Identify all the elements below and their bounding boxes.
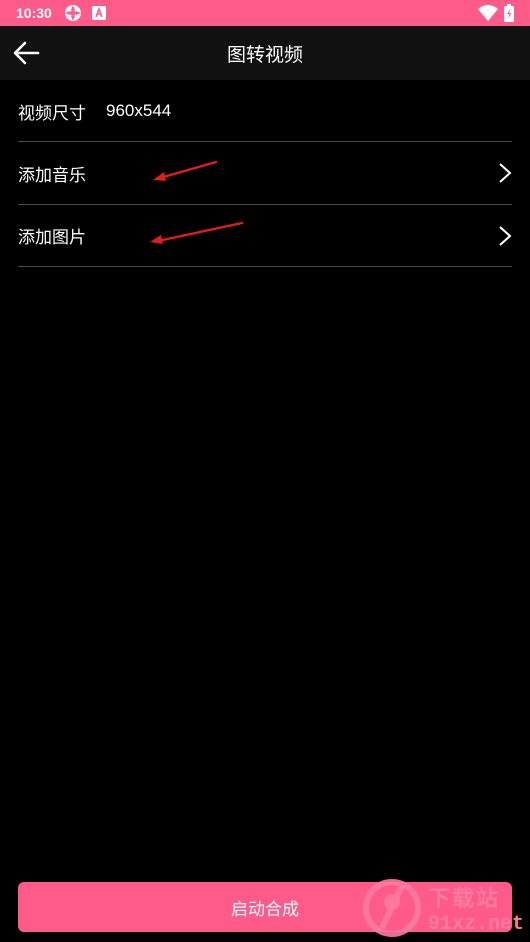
battery-icon <box>504 4 514 22</box>
watermark-title: 下载站 <box>427 886 500 912</box>
page-title: 图转视频 <box>226 43 303 66</box>
add-image-label: 添加图片 <box>18 228 86 248</box>
watermark-logo-icon <box>362 879 421 937</box>
watermark: 下载站 91xz.net <box>362 878 524 938</box>
wifi-icon <box>478 4 498 22</box>
add-image-row[interactable]: 添加图片 <box>18 205 512 266</box>
start-synthesis-label: 启动合成 <box>231 899 299 920</box>
settings-app-icon <box>64 4 82 22</box>
chevron-right-icon <box>499 225 512 246</box>
status-time: 10:30 <box>16 5 52 21</box>
annotation-arrow-icon <box>153 160 218 181</box>
chevron-right-icon <box>499 163 512 183</box>
video-size-value: 960x544 <box>106 101 172 120</box>
app-bar: 图转视频 <box>0 26 530 80</box>
divider <box>18 266 512 267</box>
watermark-url: 91xz.net <box>427 912 524 936</box>
add-music-row[interactable]: 添加音乐 <box>18 142 512 204</box>
annotation-arrow-icon <box>150 221 244 244</box>
a-notification-icon <box>91 6 106 20</box>
video-size-label: 视频尺寸 <box>18 103 86 124</box>
video-size-row: 视频尺寸 960x544 <box>18 96 512 126</box>
status-bar: 10:30 <box>0 0 530 26</box>
add-music-label: 添加音乐 <box>18 165 86 186</box>
